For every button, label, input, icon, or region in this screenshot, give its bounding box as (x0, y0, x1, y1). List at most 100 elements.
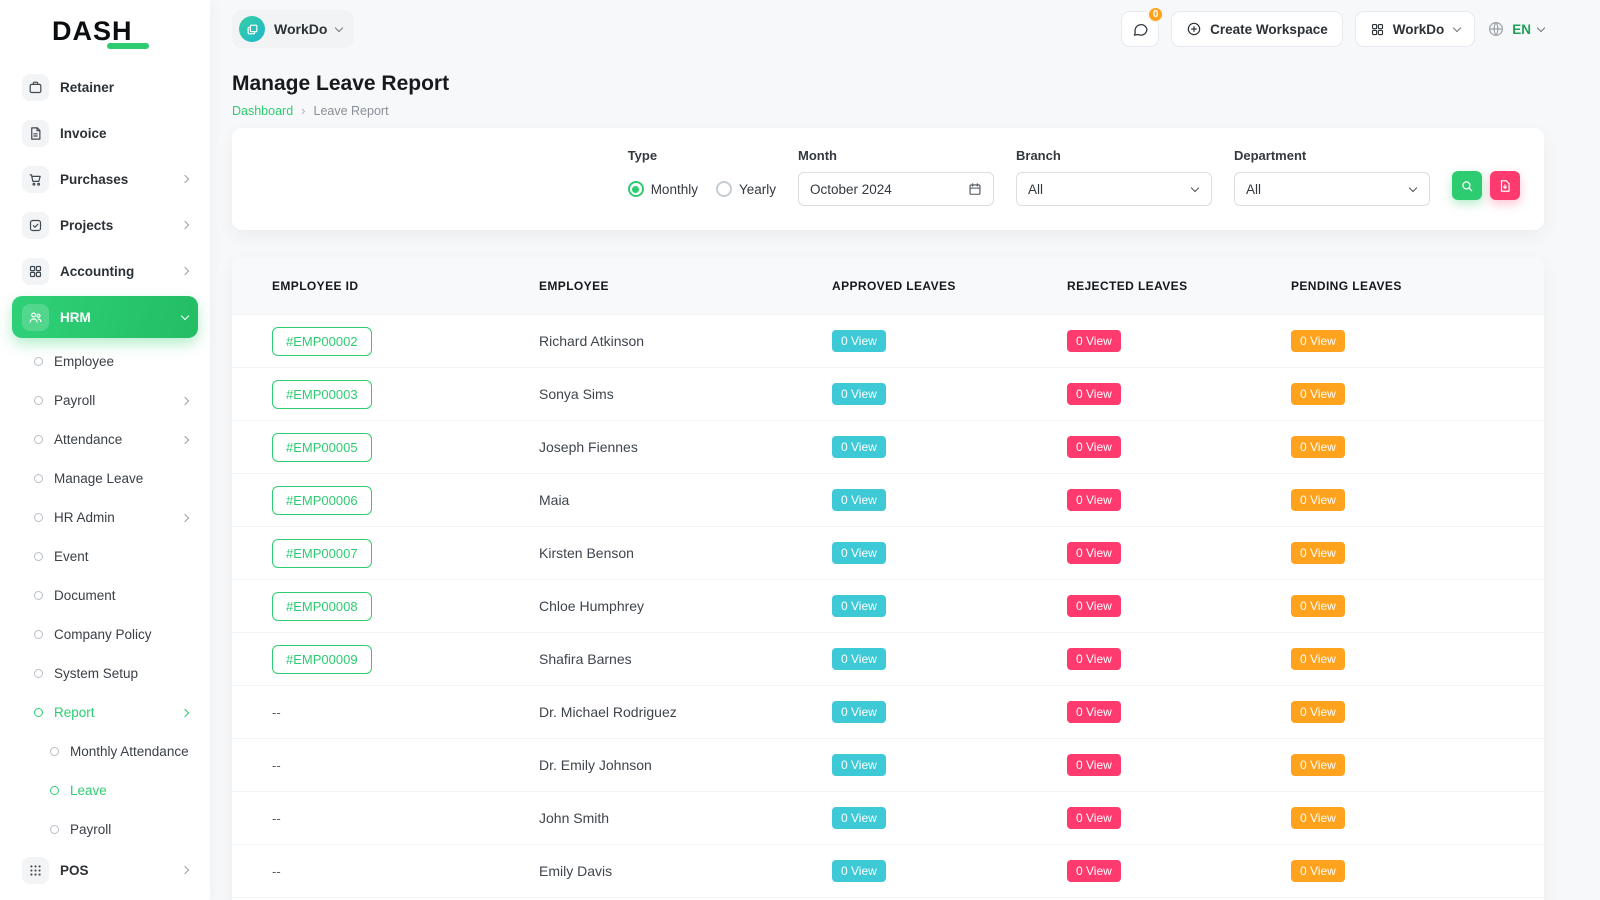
bullet-icon (34, 591, 43, 600)
pending-leaves-view-button[interactable]: 0 View (1291, 595, 1345, 617)
workdo-menu-button[interactable]: WorkDo (1355, 11, 1476, 47)
sidebar-item-label: Employee (54, 354, 188, 369)
employee-id-badge[interactable]: #EMP00009 (272, 645, 372, 674)
breadcrumb: Dashboard › Leave Report (232, 103, 1544, 118)
pending-leaves-view-button[interactable]: 0 View (1291, 860, 1345, 882)
brand-logo[interactable]: DASH (0, 0, 210, 62)
chevron-down-icon (1537, 23, 1545, 31)
rejected-leaves-view-button[interactable]: 0 View (1067, 807, 1121, 829)
bullet-icon (34, 357, 43, 366)
employee-id-badge[interactable]: #EMP00006 (272, 486, 372, 515)
sidebar-item-attendance[interactable]: Attendance (12, 420, 198, 459)
rejected-leaves-view-button[interactable]: 0 View (1067, 595, 1121, 617)
messages-button[interactable]: 0 (1121, 11, 1159, 47)
rejected-leaves-view-button[interactable]: 0 View (1067, 542, 1121, 564)
sidebar-item-leave[interactable]: Leave (12, 771, 198, 810)
approved-leaves-view-button[interactable]: 0 View (832, 701, 886, 723)
pending-leaves-view-button[interactable]: 0 View (1291, 701, 1345, 723)
department-select[interactable]: All (1234, 172, 1430, 206)
sidebar: DASH Retainer Invoice Purchases (0, 0, 210, 900)
create-workspace-button[interactable]: Create Workspace (1171, 11, 1343, 47)
workspace-switcher[interactable]: WorkDo (232, 10, 354, 48)
rejected-leaves-view-button[interactable]: 0 View (1067, 754, 1121, 776)
pending-leaves-view-button[interactable]: 0 View (1291, 489, 1345, 511)
leave-table-body: #EMP00002 Richard Atkinson 0 View 0 View… (232, 314, 1544, 900)
topbar: WorkDo 0 Create Workspace WorkDo (232, 0, 1544, 58)
approved-leaves-view-button[interactable]: 0 View (832, 542, 886, 564)
radio-checked-icon (628, 181, 644, 197)
pending-leaves-view-button[interactable]: 0 View (1291, 807, 1345, 829)
approved-leaves-view-button[interactable]: 0 View (832, 489, 886, 511)
sidebar-item-monthly-attendance[interactable]: Monthly Attendance (12, 732, 198, 771)
month-input[interactable]: October 2024 (798, 172, 994, 206)
approved-leaves-view-button[interactable]: 0 View (832, 648, 886, 670)
pending-leaves-view-button[interactable]: 0 View (1291, 754, 1345, 776)
sidebar-item-payroll[interactable]: Payroll (12, 381, 198, 420)
sidebar-item-hr-admin[interactable]: HR Admin (12, 498, 198, 537)
approved-leaves-view-button[interactable]: 0 View (832, 436, 886, 458)
sidebar-item-pos[interactable]: POS (12, 849, 198, 891)
pending-leaves-view-button[interactable]: 0 View (1291, 436, 1345, 458)
pending-leaves-view-button[interactable]: 0 View (1291, 383, 1345, 405)
export-button[interactable] (1490, 171, 1520, 200)
sidebar-item-invoice[interactable]: Invoice (12, 112, 198, 154)
type-yearly-radio[interactable]: Yearly (716, 181, 776, 197)
approved-leaves-view-button[interactable]: 0 View (832, 860, 886, 882)
breadcrumb-separator-icon: › (301, 103, 305, 118)
approved-leaves-view-button[interactable]: 0 View (832, 330, 886, 352)
sidebar-item-purchases[interactable]: Purchases (12, 158, 198, 200)
sidebar-item-document[interactable]: Document (12, 576, 198, 615)
department-value: All (1246, 182, 1261, 197)
approved-leaves-view-button[interactable]: 0 View (832, 595, 886, 617)
rejected-leaves-view-button[interactable]: 0 View (1067, 489, 1121, 511)
pending-leaves-view-button[interactable]: 0 View (1291, 330, 1345, 352)
employee-id-badge[interactable]: #EMP00005 (272, 433, 372, 462)
chevron-right-icon (181, 221, 189, 229)
bullet-icon (34, 552, 43, 561)
rejected-leaves-view-button[interactable]: 0 View (1067, 330, 1121, 352)
sidebar-item-employee[interactable]: Employee (12, 342, 198, 381)
create-workspace-label: Create Workspace (1210, 22, 1328, 37)
language-selector[interactable]: EN (1487, 20, 1544, 38)
sidebar-item-company-policy[interactable]: Company Policy (12, 615, 198, 654)
type-monthly-radio[interactable]: Monthly (628, 181, 698, 197)
employee-id-badge: -- (272, 864, 281, 879)
globe-icon (1487, 20, 1505, 38)
sidebar-nav: Retainer Invoice Purchases Projects (0, 62, 210, 891)
rejected-leaves-view-button[interactable]: 0 View (1067, 701, 1121, 723)
employee-id-badge[interactable]: #EMP00002 (272, 327, 372, 356)
approved-leaves-view-button[interactable]: 0 View (832, 807, 886, 829)
rejected-leaves-view-button[interactable]: 0 View (1067, 648, 1121, 670)
sidebar-item-report[interactable]: Report (12, 693, 198, 732)
sidebar-item-event[interactable]: Event (12, 537, 198, 576)
chevron-down-icon (335, 23, 343, 31)
bullet-icon (34, 474, 43, 483)
employee-id-badge[interactable]: #EMP00003 (272, 380, 372, 409)
branch-select[interactable]: All (1016, 172, 1212, 206)
column-header-employee: EMPLOYEE (519, 279, 812, 293)
sidebar-item-system-setup[interactable]: System Setup (12, 654, 198, 693)
column-header-rejected-leaves: REJECTED LEAVES (1047, 279, 1271, 293)
approved-leaves-view-button[interactable]: 0 View (832, 754, 886, 776)
employee-name: Maia (519, 492, 812, 508)
pending-leaves-view-button[interactable]: 0 View (1291, 648, 1345, 670)
bullet-icon (50, 786, 59, 795)
sidebar-item-retainer[interactable]: Retainer (12, 66, 198, 108)
sidebar-item-projects[interactable]: Projects (12, 204, 198, 246)
sidebar-item-label: Event (54, 549, 188, 564)
rejected-leaves-view-button[interactable]: 0 View (1067, 860, 1121, 882)
sidebar-item-accounting[interactable]: Accounting (12, 250, 198, 292)
sidebar-item-manage-leave[interactable]: Manage Leave (12, 459, 198, 498)
employee-id-badge[interactable]: #EMP00007 (272, 539, 372, 568)
employee-id-badge[interactable]: #EMP00008 (272, 592, 372, 621)
search-button[interactable] (1452, 171, 1482, 200)
breadcrumb-dashboard-link[interactable]: Dashboard (232, 104, 293, 118)
approved-leaves-view-button[interactable]: 0 View (832, 383, 886, 405)
rejected-leaves-view-button[interactable]: 0 View (1067, 436, 1121, 458)
sidebar-item-report-payroll[interactable]: Payroll (12, 810, 198, 849)
rejected-leaves-view-button[interactable]: 0 View (1067, 383, 1121, 405)
pending-leaves-view-button[interactable]: 0 View (1291, 542, 1345, 564)
sidebar-item-hrm[interactable]: HRM (12, 296, 198, 338)
messages-badge: 0 (1147, 6, 1164, 23)
chevron-right-icon (181, 435, 189, 443)
